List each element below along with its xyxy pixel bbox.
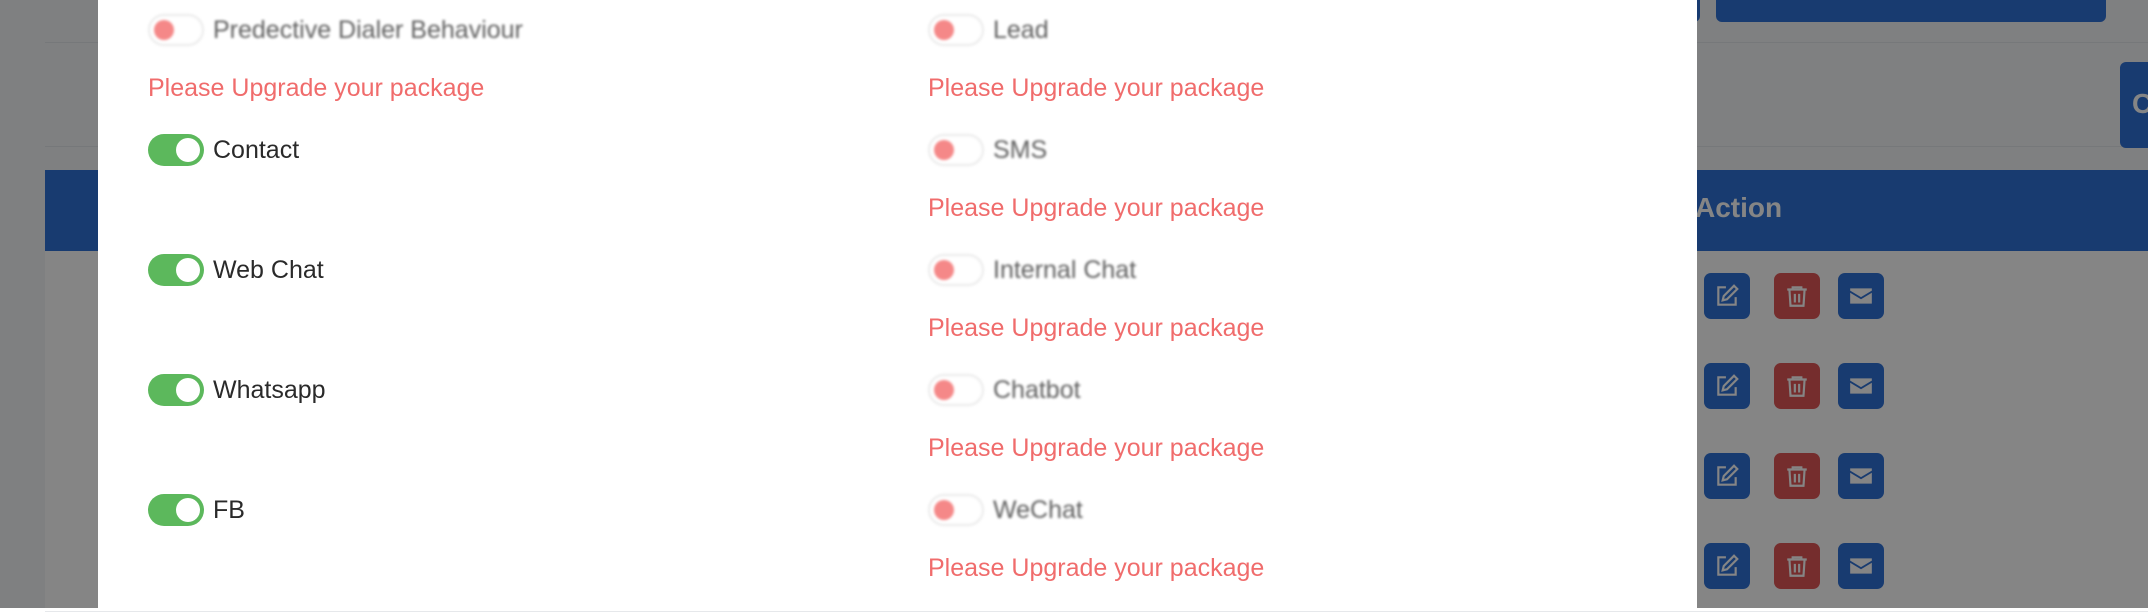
permission-label: FB [213, 495, 245, 524]
toggle-knob [176, 138, 200, 162]
toggle-knob [176, 378, 200, 402]
permission-label: SMS [993, 135, 1048, 164]
toggle-knob [934, 380, 954, 400]
permission-label: Lead [993, 15, 1049, 44]
toggle-knob [934, 260, 954, 280]
upgrade-package-message: Please Upgrade your package [928, 74, 1265, 102]
permission-item-fb: FB [148, 490, 245, 530]
permission-toggle[interactable] [148, 494, 204, 526]
permission-item-internal-chat: Internal Chat [928, 250, 1136, 290]
permission-label: Web Chat [213, 255, 324, 284]
upgrade-package-message: Please Upgrade your package [148, 74, 485, 102]
permission-item-lead: Lead [928, 10, 1049, 50]
permission-item-wechat: WeChat [928, 490, 1083, 530]
permission-label: Chatbot [993, 375, 1081, 404]
upgrade-package-message: Please Upgrade your package [928, 554, 1265, 582]
permission-toggle[interactable] [148, 374, 204, 406]
toggle-knob [154, 20, 174, 40]
permission-item-chatbot: Chatbot [928, 370, 1081, 410]
upgrade-package-message: Please Upgrade your package [928, 314, 1265, 342]
permission-toggle[interactable] [928, 14, 984, 46]
permission-toggle[interactable] [928, 374, 984, 406]
permission-toggle[interactable] [928, 494, 984, 526]
permission-toggle[interactable] [928, 134, 984, 166]
upgrade-package-message: Please Upgrade your package [928, 434, 1265, 462]
toggle-knob [934, 20, 954, 40]
permission-item-whatsapp: Whatsapp [148, 370, 326, 410]
permission-label: Contact [213, 135, 300, 164]
toggle-knob [176, 498, 200, 522]
permission-item-sms: SMS [928, 130, 1047, 170]
permission-item-contact: Contact [148, 130, 299, 170]
permission-item-web-chat: Web Chat [148, 250, 324, 290]
toggle-knob [934, 140, 954, 160]
permission-label: WeChat [993, 495, 1083, 524]
permission-toggle[interactable] [148, 14, 204, 46]
toggle-knob [176, 258, 200, 282]
permission-toggle[interactable] [148, 254, 204, 286]
toggle-knob [934, 500, 954, 520]
permission-label: Predective Dialer Behaviour [213, 15, 523, 44]
upgrade-package-message: Please Upgrade your package [928, 194, 1265, 222]
permission-toggle[interactable] [928, 254, 984, 286]
permission-label: Whatsapp [213, 375, 326, 404]
permission-item-predective-dialer-behaviour: Predective Dialer Behaviour [148, 10, 523, 50]
permission-label: Internal Chat [993, 255, 1137, 284]
permissions-modal: Predective Dialer Behaviour Please Upgrad… [98, 0, 1697, 608]
permission-toggle[interactable] [148, 134, 204, 166]
